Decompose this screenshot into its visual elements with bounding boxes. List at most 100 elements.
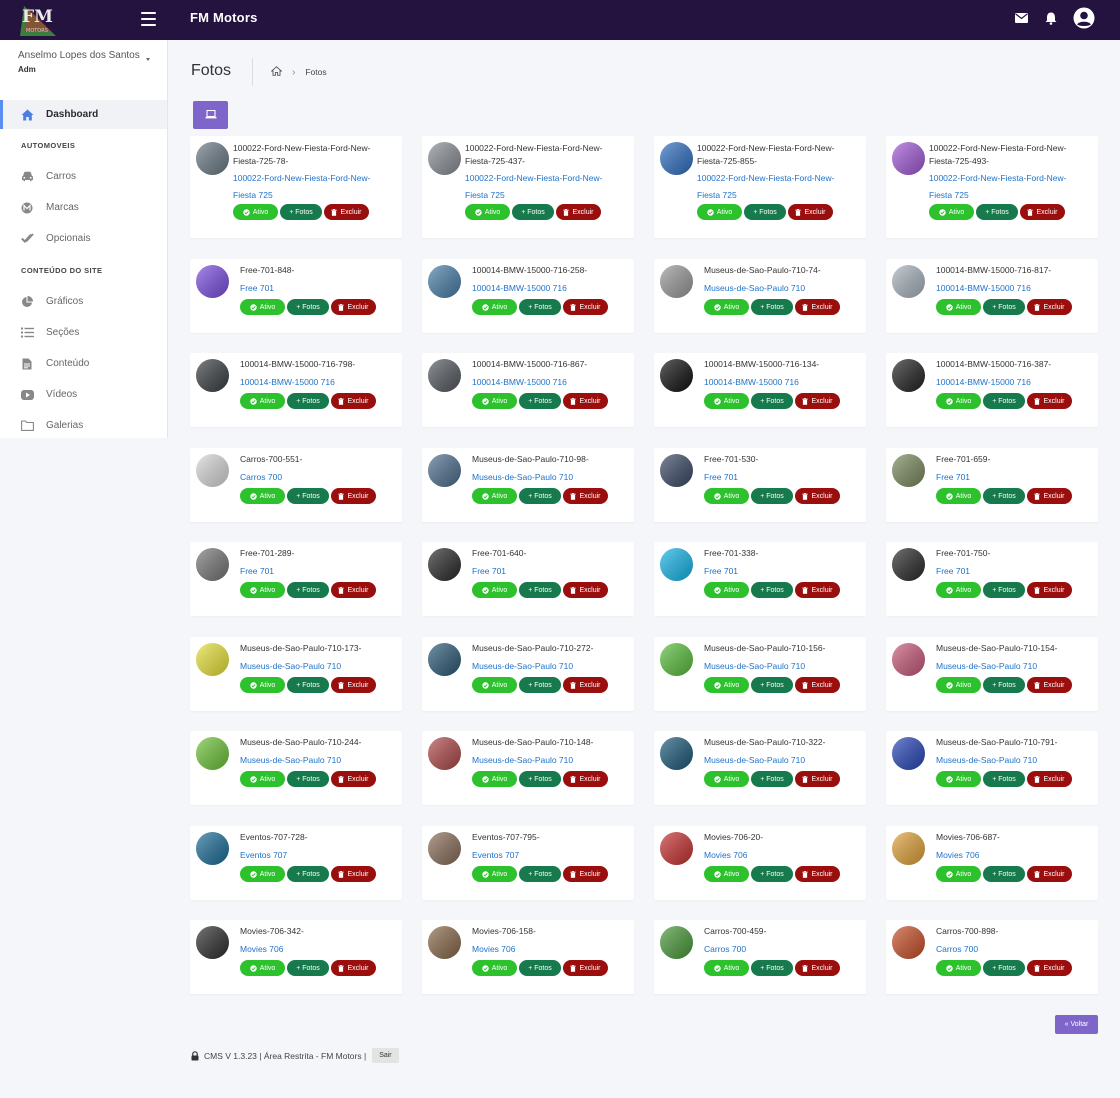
logout-button[interactable]: Sair: [372, 1048, 399, 1063]
ativo-toggle-button[interactable]: Ativo: [233, 204, 278, 220]
photo-thumbnail[interactable]: [428, 832, 461, 865]
ativo-toggle-button[interactable]: Ativo: [936, 488, 981, 504]
add-fotos-button[interactable]: + Fotos: [287, 299, 329, 315]
ativo-toggle-button[interactable]: Ativo: [240, 771, 285, 787]
photo-category-link[interactable]: 100022-Ford-New-Fiesta-Ford-New-Fiesta 7…: [929, 170, 1089, 204]
photo-thumbnail[interactable]: [892, 359, 925, 392]
photo-thumbnail[interactable]: [196, 454, 229, 487]
photo-category-link[interactable]: Museus-de-Sao-Paulo 710: [936, 752, 1094, 769]
excluir-button[interactable]: Excluir: [795, 488, 840, 504]
excluir-button[interactable]: Excluir: [795, 677, 840, 693]
excluir-button[interactable]: Excluir: [563, 866, 608, 882]
photo-category-link[interactable]: Movies 706: [936, 847, 1094, 864]
excluir-button[interactable]: Excluir: [795, 960, 840, 976]
add-fotos-button[interactable]: + Fotos: [287, 771, 329, 787]
add-fotos-button[interactable]: + Fotos: [983, 488, 1025, 504]
ativo-toggle-button[interactable]: Ativo: [240, 582, 285, 598]
photo-thumbnail[interactable]: [892, 926, 925, 959]
ativo-toggle-button[interactable]: Ativo: [240, 299, 285, 315]
excluir-button[interactable]: Excluir: [331, 393, 376, 409]
add-fotos-button[interactable]: + Fotos: [287, 866, 329, 882]
photo-thumbnail[interactable]: [196, 643, 229, 676]
excluir-button[interactable]: Excluir: [563, 960, 608, 976]
excluir-button[interactable]: Excluir: [331, 677, 376, 693]
user-avatar-icon[interactable]: [1072, 6, 1096, 30]
photo-thumbnail[interactable]: [660, 926, 693, 959]
ativo-toggle-button[interactable]: Ativo: [929, 204, 974, 220]
excluir-button[interactable]: Excluir: [563, 299, 608, 315]
photo-thumbnail[interactable]: [892, 265, 925, 298]
add-fotos-button[interactable]: + Fotos: [519, 488, 561, 504]
add-fotos-button[interactable]: + Fotos: [519, 582, 561, 598]
photo-category-link[interactable]: Movies 706: [472, 941, 630, 958]
add-fotos-button[interactable]: + Fotos: [983, 677, 1025, 693]
excluir-button[interactable]: Excluir: [563, 488, 608, 504]
excluir-button[interactable]: Excluir: [795, 299, 840, 315]
excluir-button[interactable]: Excluir: [1027, 960, 1072, 976]
excluir-button[interactable]: Excluir: [563, 771, 608, 787]
sidebar-item-dashboard[interactable]: Dashboard: [0, 100, 167, 129]
ativo-toggle-button[interactable]: Ativo: [936, 582, 981, 598]
ativo-toggle-button[interactable]: Ativo: [472, 677, 517, 693]
ativo-toggle-button[interactable]: Ativo: [472, 960, 517, 976]
excluir-button[interactable]: Excluir: [1027, 393, 1072, 409]
envelope-icon[interactable]: [1012, 9, 1030, 27]
excluir-button[interactable]: Excluir: [1027, 677, 1072, 693]
add-fotos-button[interactable]: + Fotos: [287, 488, 329, 504]
photo-category-link[interactable]: 100022-Ford-New-Fiesta-Ford-New-Fiesta 7…: [233, 170, 393, 204]
ativo-toggle-button[interactable]: Ativo: [936, 866, 981, 882]
excluir-button[interactable]: Excluir: [795, 771, 840, 787]
photo-thumbnail[interactable]: [892, 454, 925, 487]
excluir-button[interactable]: Excluir: [563, 677, 608, 693]
add-fotos-button[interactable]: + Fotos: [519, 866, 561, 882]
photo-category-link[interactable]: 100014-BMW-15000 716: [240, 374, 398, 391]
add-fotos-button[interactable]: + Fotos: [751, 582, 793, 598]
ativo-toggle-button[interactable]: Ativo: [465, 204, 510, 220]
sidebar-item-opcionais[interactable]: Opcionais: [0, 223, 167, 254]
photo-category-link[interactable]: Free 701: [704, 563, 862, 580]
photo-category-link[interactable]: Museus-de-Sao-Paulo 710: [240, 658, 398, 675]
photo-category-link[interactable]: Carros 700: [936, 941, 1094, 958]
photo-category-link[interactable]: Museus-de-Sao-Paulo 710: [240, 752, 398, 769]
sidebar-item-graficos[interactable]: Gráficos: [0, 286, 167, 317]
photo-category-link[interactable]: Carros 700: [240, 469, 398, 486]
home-icon[interactable]: [270, 66, 283, 78]
excluir-button[interactable]: Excluir: [331, 299, 376, 315]
photo-category-link[interactable]: 100014-BMW-15000 716: [472, 280, 630, 297]
photo-thumbnail[interactable]: [428, 643, 461, 676]
photo-thumbnail[interactable]: [660, 142, 693, 175]
excluir-button[interactable]: Excluir: [331, 866, 376, 882]
excluir-button[interactable]: Excluir: [1027, 771, 1072, 787]
photo-category-link[interactable]: 100014-BMW-15000 716: [704, 374, 862, 391]
add-fotos-button[interactable]: + Fotos: [751, 866, 793, 882]
add-fotos-button[interactable]: + Fotos: [976, 204, 1018, 220]
photo-thumbnail[interactable]: [428, 265, 461, 298]
photo-thumbnail[interactable]: [660, 737, 693, 770]
add-fotos-button[interactable]: + Fotos: [983, 393, 1025, 409]
photo-category-link[interactable]: Museus-de-Sao-Paulo 710: [472, 658, 630, 675]
add-fotos-button[interactable]: + Fotos: [519, 960, 561, 976]
ativo-toggle-button[interactable]: Ativo: [240, 677, 285, 693]
photo-thumbnail[interactable]: [196, 926, 229, 959]
excluir-button[interactable]: Excluir: [563, 393, 608, 409]
photo-category-link[interactable]: Eventos 707: [472, 847, 630, 864]
ativo-toggle-button[interactable]: Ativo: [936, 960, 981, 976]
photo-category-link[interactable]: Museus-de-Sao-Paulo 710: [704, 658, 862, 675]
ativo-toggle-button[interactable]: Ativo: [240, 960, 285, 976]
photo-category-link[interactable]: 100014-BMW-15000 716: [936, 374, 1094, 391]
photo-thumbnail[interactable]: [660, 265, 693, 298]
add-fotos-button[interactable]: + Fotos: [287, 677, 329, 693]
add-fotos-button[interactable]: + Fotos: [519, 677, 561, 693]
add-fotos-button[interactable]: + Fotos: [287, 393, 329, 409]
photo-thumbnail[interactable]: [428, 454, 461, 487]
excluir-button[interactable]: Excluir: [331, 582, 376, 598]
sidebar-item-carros[interactable]: Carros: [0, 161, 167, 192]
excluir-button[interactable]: Excluir: [563, 582, 608, 598]
ativo-toggle-button[interactable]: Ativo: [704, 393, 749, 409]
fm-motors-logo[interactable]: FM MOTORS: [18, 2, 58, 38]
ativo-toggle-button[interactable]: Ativo: [697, 204, 742, 220]
desktop-view-button[interactable]: [193, 101, 228, 129]
photo-thumbnail[interactable]: [196, 737, 229, 770]
photo-category-link[interactable]: 100014-BMW-15000 716: [472, 374, 630, 391]
excluir-button[interactable]: Excluir: [795, 582, 840, 598]
